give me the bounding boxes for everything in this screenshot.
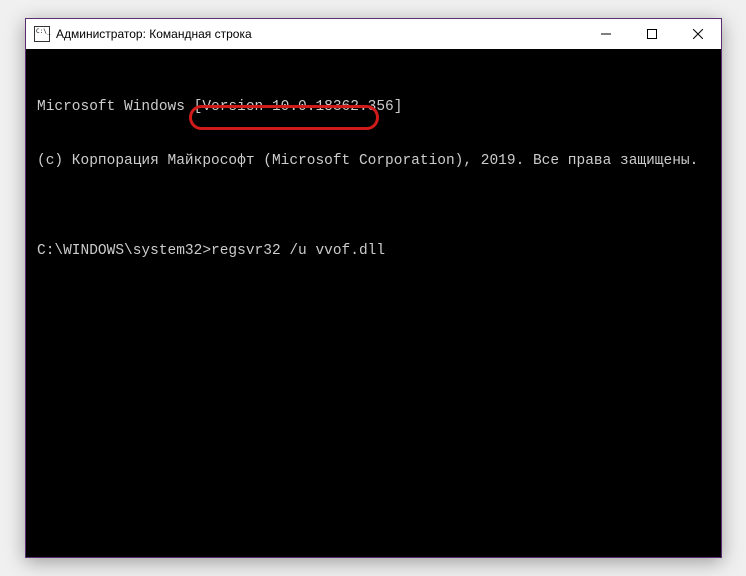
prompt-path: C:\WINDOWS\system32> (37, 243, 211, 259)
terminal-output[interactable]: Microsoft Windows [Version 10.0.18362.35… (33, 56, 714, 550)
window-controls (583, 19, 721, 49)
titlebar[interactable]: Администратор: Командная строка (26, 19, 721, 49)
command-prompt-window: Администратор: Командная строка Microsof… (25, 18, 722, 558)
minimize-button[interactable] (583, 19, 629, 49)
window-title: Администратор: Командная строка (56, 27, 252, 41)
typed-command: regsvr32 /u vvof.dll (211, 243, 385, 259)
prompt-line: C:\WINDOWS\system32>regsvr32 /u vvof.dll (33, 242, 714, 260)
maximize-button[interactable] (629, 19, 675, 49)
close-button[interactable] (675, 19, 721, 49)
cmd-icon (34, 26, 50, 42)
copyright-line: (c) Корпорация Майкрософт (Microsoft Cor… (33, 152, 714, 170)
version-line: Microsoft Windows [Version 10.0.18362.35… (33, 98, 714, 116)
